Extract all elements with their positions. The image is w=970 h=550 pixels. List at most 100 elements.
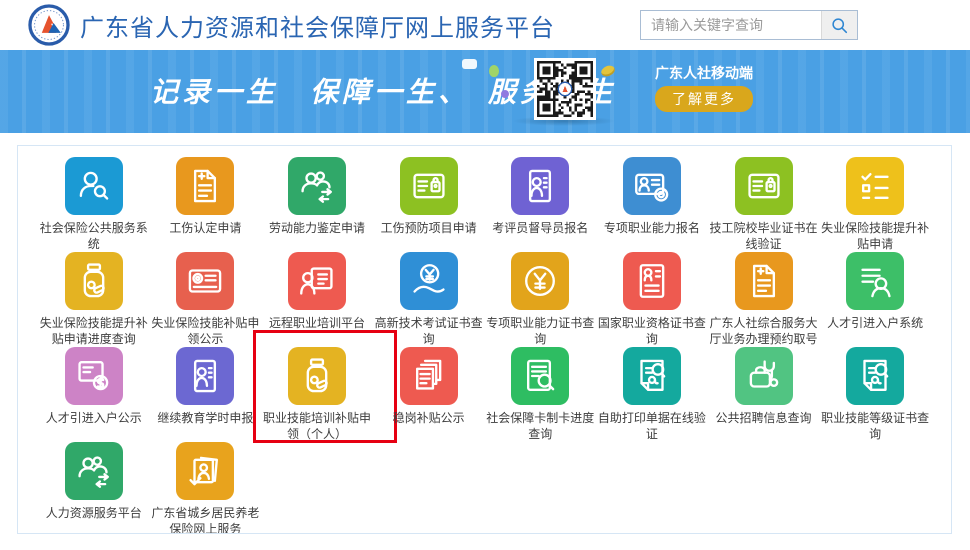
service-icon bbox=[288, 252, 346, 310]
checklist-icon bbox=[854, 165, 896, 207]
doc-search-icon bbox=[519, 355, 561, 397]
person-doc-icon bbox=[519, 165, 561, 207]
service-tile-22[interactable]: 自助打印单据在线验证 bbox=[596, 347, 708, 442]
service-icon bbox=[176, 252, 234, 310]
service-tile-8[interactable]: 失业保险技能提升补贴申请 bbox=[819, 157, 931, 252]
service-tile-label: 职业技能培训补贴申领（个人） bbox=[262, 411, 372, 442]
service-tile-label: 稳岗补贴公示 bbox=[393, 411, 465, 427]
service-tile-label: 失业保险技能提升补贴申请进度查询 bbox=[39, 316, 149, 347]
service-icon bbox=[511, 157, 569, 215]
service-tile-26[interactable]: 广东省城乡居民养老保险网上服务 bbox=[150, 442, 262, 534]
service-icon bbox=[176, 157, 234, 215]
service-tile-label: 技工院校毕业证书在线验证 bbox=[709, 221, 819, 252]
service-tile-18[interactable]: 继续教育学时申报 bbox=[150, 347, 262, 442]
service-tile-24[interactable]: 职业技能等级证书查询 bbox=[819, 347, 931, 442]
chat-bubble-icon bbox=[462, 59, 477, 69]
yen-hand-icon bbox=[408, 260, 450, 302]
services-grid: 社会保险公共服务系统 工伤认定申请 劳动能力鉴定申请 工伤预防项目申请 考评员督… bbox=[38, 157, 931, 534]
service-icon bbox=[65, 442, 123, 500]
people-arrows-icon bbox=[73, 450, 115, 492]
search-box bbox=[640, 10, 858, 40]
balloon-icon bbox=[489, 65, 499, 77]
service-icon bbox=[846, 252, 904, 310]
stack-docs-icon bbox=[408, 355, 450, 397]
service-icon bbox=[846, 157, 904, 215]
service-icon bbox=[288, 157, 346, 215]
doc-search-seal-icon bbox=[854, 355, 896, 397]
id-card-icon bbox=[408, 165, 450, 207]
service-icon bbox=[400, 347, 458, 405]
service-tile-label: 继续教育学时申报 bbox=[157, 411, 253, 427]
service-tile-4[interactable]: 工伤预防项目申请 bbox=[373, 157, 485, 252]
service-tile-2[interactable]: 工伤认定申请 bbox=[150, 157, 262, 252]
service-icon bbox=[400, 157, 458, 215]
service-icon bbox=[735, 347, 793, 405]
service-tile-label: 人才引进入户系统 bbox=[827, 316, 923, 332]
service-tile-label: 人力资源服务平台 bbox=[46, 506, 142, 522]
service-tile-label: 远程职业培训平台 bbox=[269, 316, 365, 332]
service-tile-20[interactable]: 稳岗补贴公示 bbox=[373, 347, 485, 442]
service-tile-17[interactable]: 人才引进入户公示 bbox=[38, 347, 150, 442]
service-tile-label: 失业保险技能提升补贴申请 bbox=[820, 221, 930, 252]
service-tile-label: 工伤预防项目申请 bbox=[381, 221, 477, 237]
service-icon bbox=[511, 347, 569, 405]
service-icon bbox=[65, 347, 123, 405]
service-tile-label: 失业保险技能补贴申领公示 bbox=[150, 316, 260, 347]
service-tile-10[interactable]: 失业保险技能补贴申领公示 bbox=[150, 252, 262, 347]
list-person-icon bbox=[854, 260, 896, 302]
service-tile-label: 国家职业资格证书查询 bbox=[597, 316, 707, 347]
service-tile-13[interactable]: 专项职业能力证书查询 bbox=[485, 252, 597, 347]
service-tile-14[interactable]: 国家职业资格证书查询 bbox=[596, 252, 708, 347]
qr-code bbox=[534, 58, 596, 120]
id-card-icon bbox=[743, 165, 785, 207]
person-doc-icon bbox=[184, 355, 226, 397]
service-tile-21[interactable]: 社会保障卡制卡进度查询 bbox=[485, 347, 597, 442]
service-icon bbox=[623, 157, 681, 215]
service-icon bbox=[735, 157, 793, 215]
services-panel: 社会保险公共服务系统 工伤认定申请 劳动能力鉴定申请 工伤预防项目申请 考评员督… bbox=[17, 145, 952, 534]
service-icon bbox=[846, 347, 904, 405]
service-icon bbox=[176, 347, 234, 405]
service-tile-label: 劳动能力鉴定申请 bbox=[269, 221, 365, 237]
service-icon bbox=[176, 442, 234, 500]
service-tile-label: 职业技能等级证书查询 bbox=[820, 411, 930, 442]
service-tile-1[interactable]: 社会保险公共服务系统 bbox=[38, 157, 150, 252]
service-tile-label: 公共招聘信息查询 bbox=[716, 411, 812, 427]
service-tile-7[interactable]: 技工院校毕业证书在线验证 bbox=[708, 157, 820, 252]
service-tile-23[interactable]: 公共招聘信息查询 bbox=[708, 347, 820, 442]
service-tile-11[interactable]: 远程职业培训平台 bbox=[261, 252, 373, 347]
service-tile-9[interactable]: 失业保险技能提升补贴申请进度查询 bbox=[38, 252, 150, 347]
service-icon bbox=[623, 347, 681, 405]
service-tile-5[interactable]: 考评员督导员报名 bbox=[485, 157, 597, 252]
jar-icon bbox=[296, 355, 338, 397]
service-tile-6[interactable]: 专项职业能力报名 bbox=[596, 157, 708, 252]
photos-check-icon bbox=[184, 450, 226, 492]
service-tile-label: 广东省城乡居民养老保险网上服务 bbox=[150, 506, 260, 534]
learn-more-button[interactable]: 了解更多 bbox=[655, 86, 753, 112]
service-icon bbox=[623, 252, 681, 310]
page-title: 广东省人力资源和社会保障厅网上服务平台 bbox=[80, 8, 555, 43]
person-board-icon bbox=[296, 260, 338, 302]
service-tile-label: 人才引进入户公示 bbox=[46, 411, 142, 427]
service-tile-25[interactable]: 人力资源服务平台 bbox=[38, 442, 150, 534]
service-tile-label: 专项职业能力报名 bbox=[604, 221, 700, 237]
yen-circle-icon bbox=[519, 260, 561, 302]
service-tile-12[interactable]: 高新技术考试证书查询 bbox=[373, 252, 485, 347]
service-tile-label: 专项职业能力证书查询 bbox=[485, 316, 595, 347]
magnifier-icon bbox=[831, 17, 848, 34]
service-icon bbox=[288, 347, 346, 405]
jar-icon bbox=[73, 260, 115, 302]
service-tile-label: 社会保险公共服务系统 bbox=[39, 221, 149, 252]
service-tile-3[interactable]: 劳动能力鉴定申请 bbox=[261, 157, 373, 252]
search-input[interactable] bbox=[641, 11, 821, 39]
service-icon bbox=[65, 252, 123, 310]
service-tile-15[interactable]: 广东人社综合服务大厅业务办理预约取号 bbox=[708, 252, 820, 347]
service-icon bbox=[400, 252, 458, 310]
service-tile-16[interactable]: 人才引进入户系统 bbox=[819, 252, 931, 347]
search-button[interactable] bbox=[821, 11, 857, 39]
promo-banner: 记录一生 保障一生、 服务一生 广东人社移动端 了解更多 bbox=[0, 50, 970, 133]
service-tile-19[interactable]: 职业技能培训补贴申领（个人） bbox=[261, 347, 373, 442]
service-icon bbox=[735, 252, 793, 310]
mobile-app-label: 广东人社移动端 bbox=[655, 63, 753, 83]
people-arrows-icon bbox=[296, 165, 338, 207]
